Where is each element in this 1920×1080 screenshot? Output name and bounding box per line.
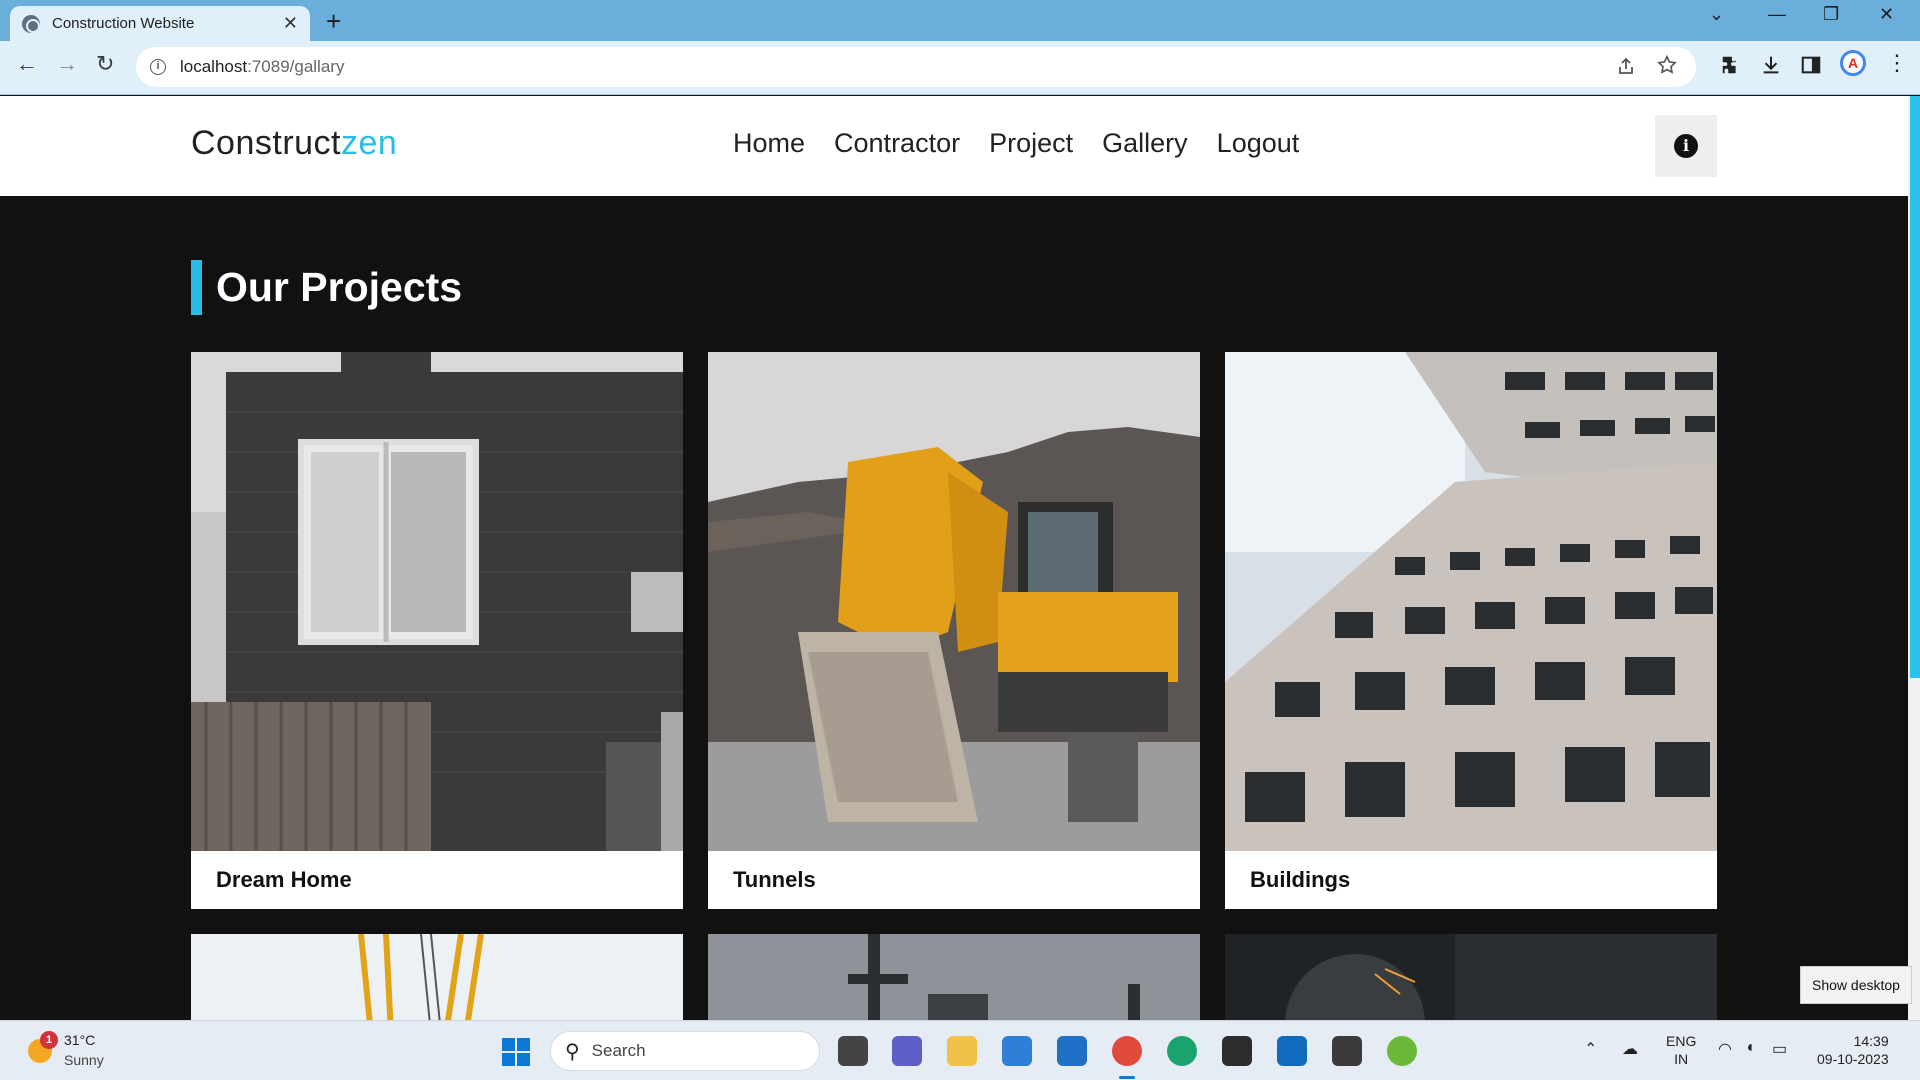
project-image-welding [1225, 934, 1717, 1020]
site-header: Constructzen Home Contractor Project Gal… [0, 96, 1908, 196]
info-icon: i [1674, 134, 1698, 158]
green-app-icon[interactable] [1387, 1036, 1417, 1066]
web-page: Constructzen Home Contractor Project Gal… [0, 96, 1908, 1020]
minimize-button[interactable]: — [1768, 4, 1786, 25]
nav-home[interactable]: Home [733, 128, 805, 159]
project-card-welding[interactable] [1225, 934, 1717, 1020]
bookmark-star-icon[interactable] [1656, 54, 1678, 76]
chrome-icon[interactable] [1112, 1036, 1142, 1066]
back-button[interactable]: ← [16, 51, 38, 77]
nav-contractor[interactable]: Contractor [834, 128, 960, 159]
forward-button[interactable]: → [56, 51, 78, 77]
info-button[interactable]: i [1655, 115, 1717, 177]
tab-title: Construction Website [52, 15, 195, 32]
nav-gallery[interactable]: Gallery [1102, 128, 1188, 159]
onedrive-icon[interactable]: ☁ [1622, 1039, 1638, 1059]
battery-icon[interactable]: ▭ [1772, 1039, 1787, 1059]
terminal-icon[interactable] [1222, 1036, 1252, 1066]
mail-icon[interactable] [1057, 1036, 1087, 1066]
address-bar[interactable]: i localhost:7089/gallary [136, 47, 1696, 87]
input-language[interactable]: ENG IN [1666, 1032, 1696, 1068]
project-caption: Tunnels [733, 867, 816, 892]
project-image-crane [191, 934, 683, 1020]
logo-main-text: Construct [191, 124, 341, 162]
taskbar-search[interactable]: ⚲ Search [550, 1031, 820, 1071]
console-app-icon[interactable] [1332, 1036, 1362, 1066]
browser-toolbar: ← → ↻ i localhost:7089/gallary A ⋮ [0, 41, 1920, 95]
edge-icon[interactable] [1167, 1036, 1197, 1066]
project-image-building [1225, 352, 1717, 851]
section-title: Our Projects [191, 260, 462, 315]
volume-icon[interactable]: ◖ [1745, 1039, 1755, 1057]
active-app-indicator [1119, 1076, 1135, 1079]
url-host: localhost [180, 57, 248, 76]
tab-search-icon[interactable]: ⌄ [1709, 4, 1724, 25]
project-card-tower[interactable] [708, 934, 1200, 1020]
reload-button[interactable]: ↻ [96, 51, 114, 77]
notification-badge: 1 [40, 1031, 58, 1049]
tab-close-icon[interactable]: ✕ [283, 13, 298, 34]
windows-taskbar: 1 31°C Sunny ⚲ Search ⌃ ☁ ENG IN ◠ ◖ ▭ 1… [0, 1020, 1920, 1080]
outlook-icon[interactable] [1277, 1036, 1307, 1066]
main-nav: Home Contractor Project Gallery Logout [733, 128, 1299, 159]
project-caption: Buildings [1250, 867, 1351, 892]
close-window-button[interactable]: ✕ [1879, 4, 1894, 25]
project-card-dream-home[interactable]: Dream Home [191, 352, 683, 909]
file-explorer-icon[interactable] [947, 1036, 977, 1066]
nav-logout[interactable]: Logout [1217, 128, 1300, 159]
share-icon[interactable] [1616, 56, 1636, 76]
restore-button[interactable]: ❐ [1823, 4, 1839, 25]
project-image-excavator [708, 352, 1200, 851]
project-caption: Dream Home [216, 867, 352, 892]
region-code: IN [1674, 1051, 1689, 1067]
taskbar-search-label: Search [591, 1041, 646, 1060]
scrollbar-thumb[interactable] [1910, 96, 1920, 678]
show-hidden-icons-icon[interactable]: ⌃ [1584, 1039, 1597, 1059]
nav-project[interactable]: Project [989, 128, 1073, 159]
browser-menu-icon[interactable]: ⋮ [1886, 50, 1908, 76]
site-info-icon[interactable]: i [150, 59, 166, 75]
search-icon: ⚲ [565, 1040, 580, 1063]
url-path: :7089/gallary [247, 57, 345, 76]
system-clock[interactable]: 14:39 09-10-2023 [1817, 1032, 1889, 1068]
wifi-icon[interactable]: ◠ [1718, 1039, 1732, 1059]
globe-icon [22, 14, 40, 33]
show-desktop-tooltip: Show desktop [1800, 966, 1912, 1004]
logo-accent-text: zen [341, 124, 398, 162]
task-view-icon[interactable] [838, 1036, 868, 1066]
project-image-tower [708, 934, 1200, 1020]
site-logo[interactable]: Constructzen [191, 124, 397, 163]
side-panel-icon[interactable] [1800, 54, 1822, 76]
language-code: ENG [1666, 1033, 1697, 1049]
clock-time: 14:39 [1853, 1033, 1889, 1049]
project-card-buildings[interactable]: Buildings [1225, 352, 1717, 909]
profile-avatar[interactable]: A [1840, 50, 1866, 76]
weather-description: Sunny [64, 1052, 104, 1068]
project-card-tunnels[interactable]: Tunnels [708, 352, 1200, 909]
teams-icon[interactable] [892, 1036, 922, 1066]
new-tab-button[interactable]: + [326, 6, 341, 37]
clock-date: 09-10-2023 [1817, 1051, 1889, 1067]
browser-tab-strip: Construction Website ✕ + ⌄ — ❐ ✕ [0, 0, 1920, 41]
project-image-house [191, 352, 683, 851]
extensions-icon[interactable] [1720, 54, 1742, 76]
download-icon[interactable] [1760, 54, 1782, 76]
todo-icon[interactable] [1002, 1036, 1032, 1066]
browser-tab[interactable]: Construction Website ✕ [10, 6, 310, 41]
weather-temperature: 31°C [64, 1032, 96, 1048]
windows-start-icon[interactable] [502, 1038, 530, 1066]
project-card-crane[interactable] [191, 934, 683, 1020]
